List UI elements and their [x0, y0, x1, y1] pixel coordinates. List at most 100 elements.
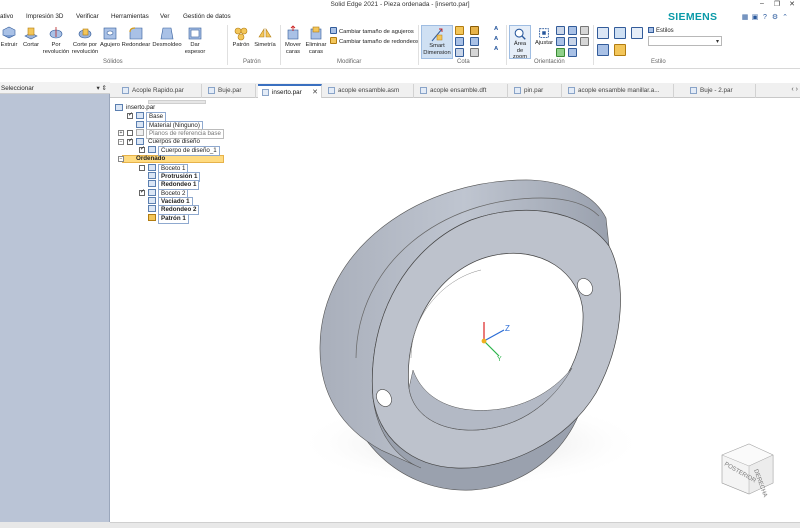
round-feature-icon: [148, 205, 156, 212]
base-icon: [136, 112, 144, 119]
window-icon[interactable]: ▣: [750, 13, 760, 21]
tab-ver[interactable]: Ver: [160, 13, 169, 20]
tab-verificar[interactable]: Verificar: [76, 13, 99, 20]
tab-acople-ensamble-manillar[interactable]: acople ensamble manillar.a...: [564, 84, 674, 98]
bodies-icon: [136, 138, 144, 145]
zoom-icon[interactable]: [556, 26, 565, 35]
body1-checkbox[interactable]: [139, 145, 145, 153]
bodies-label: Cuerpos de diseño: [148, 138, 200, 145]
extrude-label: Extruir: [0, 42, 18, 48]
display-wireframe-icon[interactable]: [597, 27, 609, 39]
round-button[interactable]: Redondear: [121, 25, 151, 49]
expand-icon[interactable]: ⌃: [780, 13, 790, 21]
tab-impresion-3d[interactable]: Impresión 3D: [26, 13, 63, 20]
cut-button[interactable]: Cortar: [21, 25, 41, 49]
collapse-icon[interactable]: −: [118, 139, 124, 145]
tab-acople-ensamble-dft[interactable]: acople ensamble.dft: [416, 84, 508, 98]
planes-checkbox[interactable]: [127, 130, 133, 136]
pattern-button[interactable]: Patrón: [230, 25, 252, 49]
feature-label: Patrón 1: [158, 214, 189, 224]
restore-icon[interactable]: ❐: [771, 0, 783, 8]
move-faces-button[interactable]: Mover caras: [282, 25, 304, 55]
annotation-c-icon[interactable]: A: [494, 46, 498, 52]
sketch-view-icon[interactable]: [568, 48, 577, 57]
delete-faces-button[interactable]: Eliminar caras: [305, 25, 327, 55]
extrude-button[interactable]: Extruir: [0, 25, 18, 49]
close-tab-icon[interactable]: ✕: [312, 88, 318, 96]
angle-icon[interactable]: [455, 37, 464, 46]
draft-button[interactable]: Desmoldeo: [152, 25, 182, 49]
zoom-area-label: Área de zoom: [512, 41, 528, 60]
resize-rounds-button[interactable]: Cambiar tamaño de redondeos: [330, 37, 419, 45]
group-solidos-label: Sólidos: [103, 59, 123, 65]
tab-pin[interactable]: pin.par: [510, 84, 562, 98]
tab-gestion-de-datos[interactable]: Gestión de datos: [183, 13, 231, 20]
tab-buje-2[interactable]: Buje - 2.par: [686, 84, 756, 98]
view-cube[interactable]: POSTERIOR DERECHA: [721, 443, 774, 498]
display-shaded-icon[interactable]: [614, 27, 626, 39]
help-icon[interactable]: ?: [760, 14, 770, 21]
smart-dimension-label: Smart Dimension: [423, 43, 451, 56]
collapse-icon[interactable]: −: [118, 156, 124, 162]
thin-wall-icon: [188, 27, 202, 40]
revolved-cut-button[interactable]: Corte por revolución: [71, 25, 99, 55]
base-checkbox[interactable]: [127, 111, 133, 119]
fit-label: Ajustar: [534, 40, 554, 46]
tab-inserto[interactable]: inserto.par ✕: [258, 84, 322, 98]
view-orientation-icon[interactable]: [568, 26, 577, 35]
ribbon-separator: [418, 25, 419, 65]
smart-dimension-button[interactable]: Smart Dimension: [421, 25, 453, 59]
resize-holes-button[interactable]: Cambiar tamaño de agujeros: [330, 27, 414, 35]
resize-holes-label: Cambiar tamaño de agujeros: [339, 29, 414, 35]
shaded-style-icon[interactable]: [614, 44, 626, 56]
previous-view-icon[interactable]: [580, 26, 589, 35]
settings-icon[interactable]: ⚙: [770, 13, 780, 21]
tab-acople-rapido[interactable]: Acople Rapido.par: [118, 84, 202, 98]
display-edges-icon[interactable]: [631, 27, 643, 39]
distance-between-icon[interactable]: [455, 26, 464, 35]
ribbon-separator: [280, 25, 281, 65]
select-tool-label[interactable]: Seleccionar: [1, 85, 34, 92]
part-file-icon: [208, 87, 215, 94]
mirror-button[interactable]: Simetría: [253, 25, 277, 49]
thin-wall-button[interactable]: Dar espesor: [183, 25, 207, 55]
styles-dropdown[interactable]: ▾: [648, 36, 722, 46]
tab-buje[interactable]: Buje.par: [204, 84, 256, 98]
bottom-scrollbar[interactable]: [110, 522, 800, 528]
ribbon: Extruir Cortar Por revolución Corte por …: [0, 23, 800, 69]
assembly-file-icon: [328, 87, 335, 94]
tab-acople-ensamble-asm[interactable]: acople ensamble.asm: [324, 84, 414, 98]
zoom-area-button[interactable]: Área de zoom: [509, 25, 531, 60]
tab-label: Buje.par: [218, 87, 242, 94]
annotation-a-icon[interactable]: A: [494, 26, 498, 32]
minimize-icon[interactable]: –: [756, 0, 768, 7]
pan-icon[interactable]: [556, 37, 565, 46]
spin-about-icon[interactable]: [580, 37, 589, 46]
tab-herramientas[interactable]: Herramientas: [111, 13, 149, 20]
hole-button[interactable]: Agujero: [100, 25, 120, 49]
revolve-button[interactable]: Por revolución: [42, 25, 70, 55]
fit-button[interactable]: Ajustar: [533, 25, 555, 59]
pin-icon[interactable]: ▾ ⇕: [96, 84, 107, 92]
part-painter-icon[interactable]: [597, 44, 609, 56]
dim-style-icon[interactable]: [470, 48, 479, 57]
left-scrollbar[interactable]: [0, 522, 110, 528]
named-views-icon[interactable]: [568, 37, 577, 46]
sketch2-checkbox[interactable]: [139, 188, 145, 196]
layout-icon[interactable]: ▦: [740, 13, 750, 21]
close-icon[interactable]: ✕: [786, 0, 798, 8]
draft-file-icon: [420, 87, 427, 94]
annotation-b-icon[interactable]: A: [494, 36, 498, 42]
chamfer-dim-icon[interactable]: [470, 37, 479, 46]
coordinate-icon[interactable]: [455, 48, 464, 57]
expand-icon[interactable]: +: [118, 130, 124, 136]
revolved-cut-label: Corte por revolución: [71, 42, 99, 55]
sketch1-checkbox[interactable]: [139, 165, 145, 171]
move-faces-icon: [287, 25, 299, 40]
bodies-checkbox[interactable]: [127, 137, 133, 145]
title-bar: Solid Edge 2021 - Pieza ordenada - [inse…: [0, 0, 800, 10]
tab-scroll-icon[interactable]: ‹ ›: [791, 86, 798, 93]
symmetric-icon[interactable]: [470, 26, 479, 35]
tab-activo[interactable]: ativo: [0, 13, 13, 20]
rotate-icon[interactable]: [556, 48, 565, 57]
